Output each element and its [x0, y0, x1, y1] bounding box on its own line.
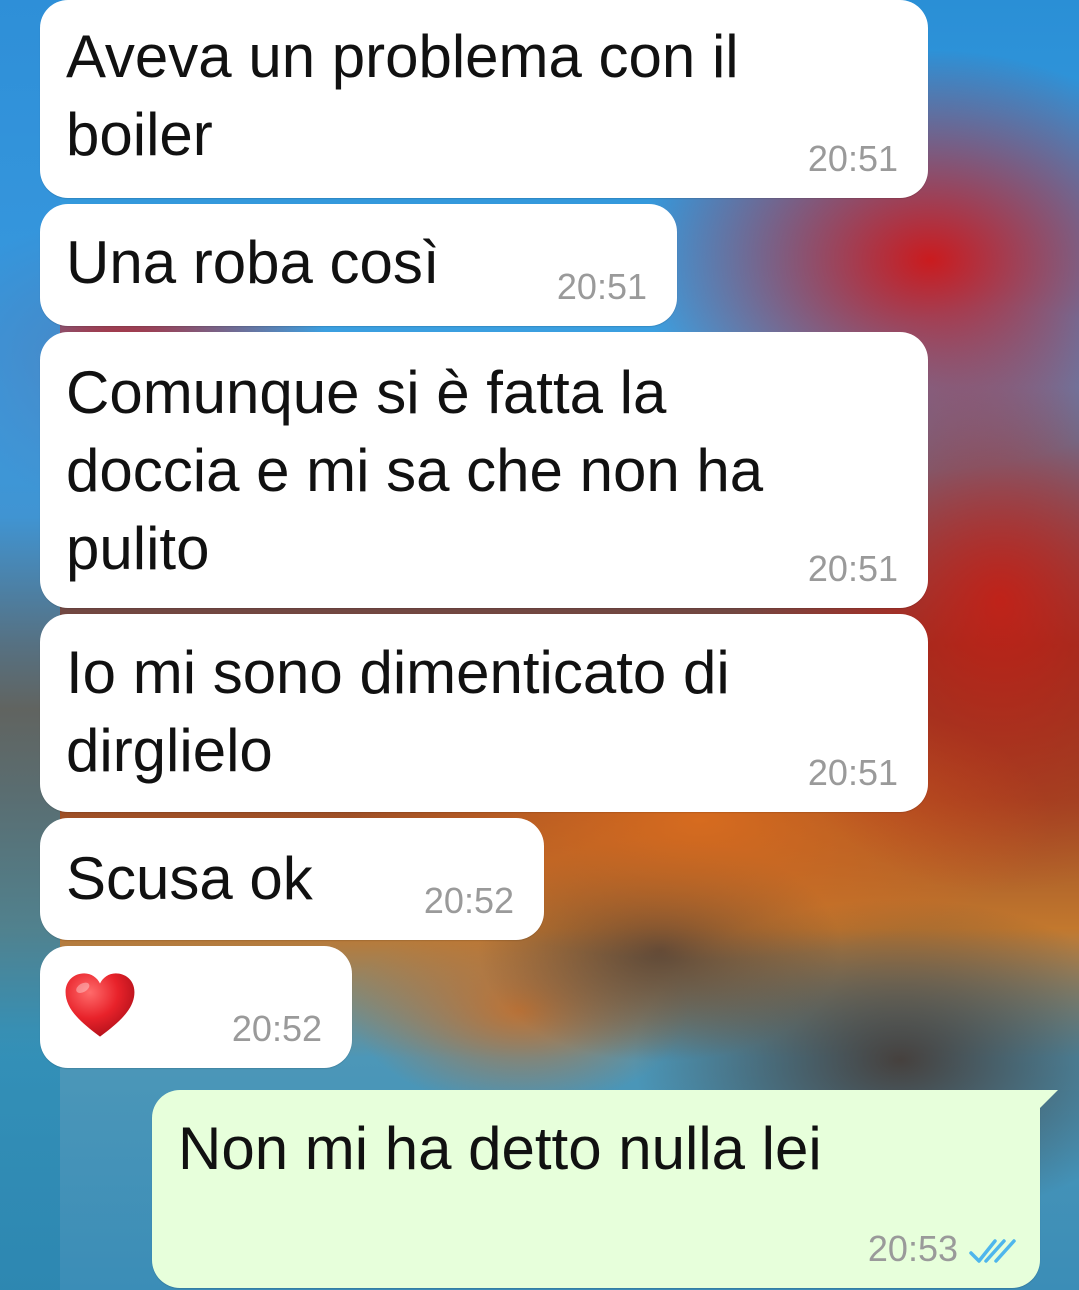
outgoing-message[interactable]: Non mi ha detto nulla lei 20:53 — [152, 1090, 1058, 1288]
message-text: Non mi ha detto nulla lei — [178, 1115, 822, 1182]
message-text: Comunque si è fatta la doccia e mi sa ch… — [66, 359, 764, 582]
incoming-message[interactable]: Comunque si è fatta la doccia e mi sa ch… — [40, 332, 928, 608]
bubble-tail — [1024, 1090, 1058, 1124]
message-time: 20:53 — [867, 1228, 958, 1269]
incoming-message[interactable]: 20:52 — [40, 946, 352, 1068]
incoming-message[interactable]: Scusa ok 20:52 — [40, 818, 544, 940]
message-text: Aveva un problema con il boiler — [66, 23, 739, 168]
message-time: 20:51 — [556, 266, 647, 307]
message-time: 20:52 — [231, 1008, 322, 1049]
read-double-check-icon — [969, 1239, 1016, 1263]
message-time: 20:51 — [807, 548, 898, 589]
incoming-message[interactable]: Io mi sono dimenticato di dirglielo 20:5… — [40, 614, 928, 812]
message-time: 20:52 — [423, 880, 514, 921]
message-text: Scusa ok — [66, 845, 313, 912]
message-text: Una roba così — [66, 229, 440, 296]
incoming-message[interactable]: Una roba così 20:51 — [40, 204, 677, 326]
red-heart-emoji-icon — [65, 973, 135, 1037]
message-time: 20:51 — [807, 752, 898, 793]
incoming-message[interactable]: Aveva un problema con il boiler 20:51 — [40, 0, 928, 198]
message-time: 20:51 — [807, 138, 898, 179]
message-text: Io mi sono dimenticato di dirglielo — [66, 639, 730, 784]
